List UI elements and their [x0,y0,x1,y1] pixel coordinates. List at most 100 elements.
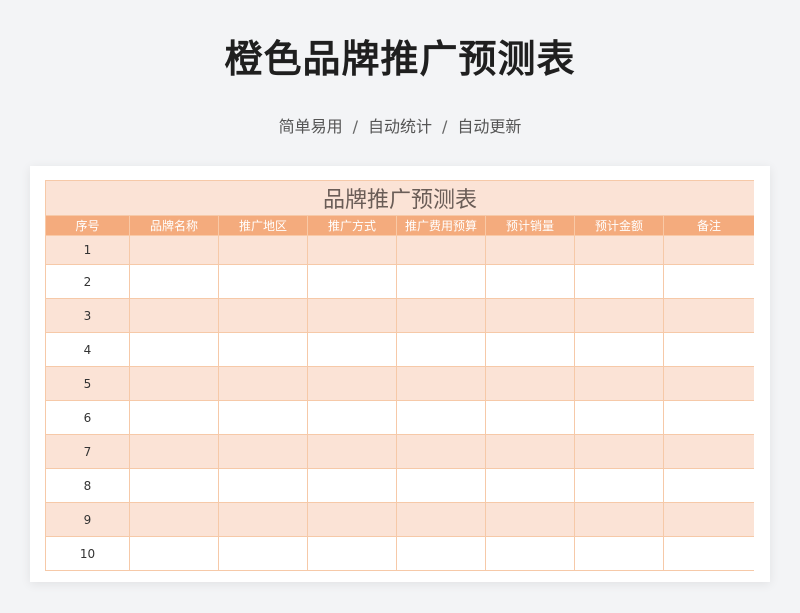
row-number-cell: 2 [45,264,130,299]
table-row: 7 [45,434,754,469]
table-cell[interactable] [485,298,575,333]
table-cell[interactable] [129,298,219,333]
table-cell[interactable] [396,400,486,435]
table-cell[interactable] [396,502,486,537]
table-cell[interactable] [396,468,486,503]
row-number-cell: 1 [45,235,130,265]
table-cell[interactable] [218,400,308,435]
table-cell[interactable] [485,434,575,469]
table-cell[interactable] [574,468,664,503]
forecast-table: 品牌推广预测表 序号 品牌名称 推广地区 推广方式 推广费用预算 预计销量 预计金额 备注 1… [45,180,754,571]
table-cell[interactable] [129,366,219,401]
row-number-cell: 4 [45,332,130,367]
table-cell[interactable] [485,468,575,503]
subtitle-feature-auto-update: 自动更新 [457,117,522,136]
table-row: 2 [45,264,754,299]
table-cell[interactable] [307,332,397,367]
table-cell[interactable] [662,536,754,571]
table-cell[interactable] [574,536,664,571]
table-cell[interactable] [574,434,664,469]
table-cell[interactable] [485,332,575,367]
table-cell[interactable] [218,366,308,401]
table-row: 5 [45,366,754,401]
table-cell[interactable] [662,468,754,503]
table-cell[interactable] [129,264,219,299]
column-header: 预计金额 [574,215,664,236]
spreadsheet-card: 品牌推广预测表 序号 品牌名称 推广地区 推广方式 推广费用预算 预计销量 预计金额 备注 1… [30,166,770,582]
table-cell[interactable] [662,332,754,367]
table-cell[interactable] [485,536,575,571]
table-row: 3 [45,298,754,333]
table-cell[interactable] [396,264,486,299]
table-cell[interactable] [129,434,219,469]
table-cell[interactable] [307,502,397,537]
column-header: 序号 [45,215,130,236]
table-cell[interactable] [307,400,397,435]
table-cell[interactable] [218,502,308,537]
table-cell[interactable] [396,434,486,469]
table-cell[interactable] [662,298,754,333]
table-cell[interactable] [574,235,664,265]
column-header: 预计销量 [485,215,575,236]
table-header-row: 序号 品牌名称 推广地区 推广方式 推广费用预算 预计销量 预计金额 备注 [45,215,754,236]
table-cell[interactable] [129,235,219,265]
row-number-cell: 8 [45,468,130,503]
table-cell[interactable] [129,536,219,571]
table-cell[interactable] [218,536,308,571]
table-cell[interactable] [662,434,754,469]
table-cell[interactable] [485,235,575,265]
subtitle-feature-auto-stats: 自动统计 [367,117,432,136]
table-cell[interactable] [485,502,575,537]
table-cell[interactable] [129,468,219,503]
table-cell[interactable] [396,235,486,265]
table-cell[interactable] [574,298,664,333]
table-cell[interactable] [307,366,397,401]
table-cell[interactable] [129,400,219,435]
row-number-cell: 9 [45,502,130,537]
table-cell[interactable] [307,264,397,299]
table-cell[interactable] [574,366,664,401]
table-cell[interactable] [662,264,754,299]
table-row: 6 [45,400,754,435]
table-cell[interactable] [574,400,664,435]
table-cell[interactable] [396,536,486,571]
table-cell[interactable] [485,366,575,401]
table-cell[interactable] [218,264,308,299]
table-cell[interactable] [218,434,308,469]
table-cell[interactable] [396,298,486,333]
table-cell[interactable] [307,468,397,503]
table-cell[interactable] [218,235,308,265]
table-cell[interactable] [662,502,754,537]
table-row: 10 [45,536,754,571]
table-cell[interactable] [307,298,397,333]
table-cell[interactable] [396,366,486,401]
table-cell[interactable] [485,400,575,435]
table-body: 1 2 3 4 5 6 7 8 9 10 [45,235,754,571]
row-number-cell: 6 [45,400,130,435]
subtitle: 简单易用 / 自动统计 / 自动更新 [0,113,800,137]
subtitle-separator: / [442,117,448,136]
table-cell[interactable] [574,502,664,537]
table-cell[interactable] [307,536,397,571]
table-row: 8 [45,468,754,503]
table-cell[interactable] [662,366,754,401]
table-cell[interactable] [129,502,219,537]
column-header: 推广方式 [307,215,397,236]
table-cell[interactable] [307,434,397,469]
column-header: 品牌名称 [129,215,219,236]
table-cell[interactable] [574,332,664,367]
column-header: 推广费用预算 [396,215,486,236]
table-cell[interactable] [307,235,397,265]
table-cell[interactable] [662,235,754,265]
row-number-cell: 10 [45,536,130,571]
table-cell[interactable] [574,264,664,299]
table-cell[interactable] [662,400,754,435]
table-cell[interactable] [129,332,219,367]
page-title: 橙色品牌推广预测表 [224,37,576,81]
table-cell[interactable] [218,468,308,503]
table-cell[interactable] [218,298,308,333]
table-row: 4 [45,332,754,367]
table-cell[interactable] [218,332,308,367]
table-cell[interactable] [485,264,575,299]
table-cell[interactable] [396,332,486,367]
